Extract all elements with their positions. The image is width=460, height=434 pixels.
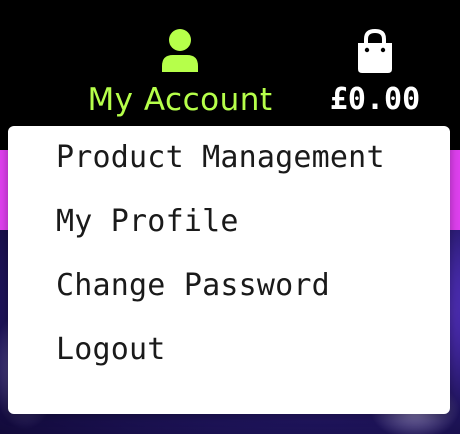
cart-total: £0.00 bbox=[329, 82, 421, 117]
my-account-link[interactable]: My Account bbox=[70, 24, 290, 124]
menu-item-logout[interactable]: Logout bbox=[8, 318, 450, 382]
page: My Account £0.00 Product Management My P… bbox=[0, 0, 460, 434]
shopping-bag-icon bbox=[358, 28, 392, 73]
menu-item-my-profile[interactable]: My Profile bbox=[8, 190, 450, 254]
menu-item-change-password[interactable]: Change Password bbox=[8, 254, 450, 318]
menu-item-product-management[interactable]: Product Management bbox=[8, 126, 450, 190]
account-dropdown-menu: Product Management My Profile Change Pas… bbox=[8, 126, 450, 414]
my-account-label: My Account bbox=[87, 82, 273, 118]
cart-link[interactable]: £0.00 bbox=[312, 24, 438, 124]
user-icon bbox=[162, 29, 198, 72]
